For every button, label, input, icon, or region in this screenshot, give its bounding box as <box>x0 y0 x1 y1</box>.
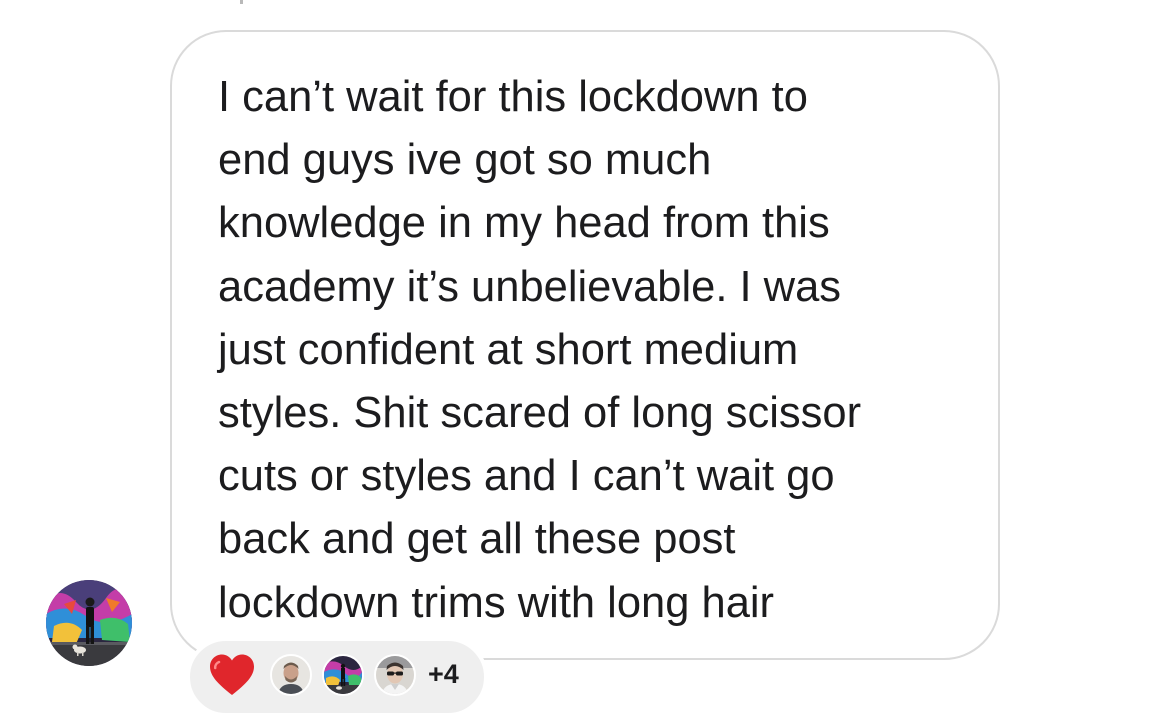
reactor-avatar-man-image <box>272 656 310 694</box>
heart-icon <box>210 654 254 695</box>
reactions-summary[interactable]: +4 <box>186 637 488 717</box>
reactor-avatar <box>322 654 364 696</box>
previous-message-edge <box>236 0 666 6</box>
reactor-avatar-sunglasses-image <box>376 656 414 694</box>
message-text: I can’t wait for this lockdown to end gu… <box>218 73 862 627</box>
message-bubble[interactable]: I can’t wait for this lockdown to end gu… <box>170 30 1000 660</box>
sender-avatar-image <box>46 580 132 666</box>
reactor-avatar <box>270 654 312 696</box>
sender-avatar[interactable] <box>46 580 132 666</box>
reactor-avatar <box>374 654 416 696</box>
reaction-extra-count: +4 <box>428 659 459 689</box>
reactor-avatar-graffiti-image <box>324 656 362 694</box>
previous-message-bar <box>240 0 243 4</box>
